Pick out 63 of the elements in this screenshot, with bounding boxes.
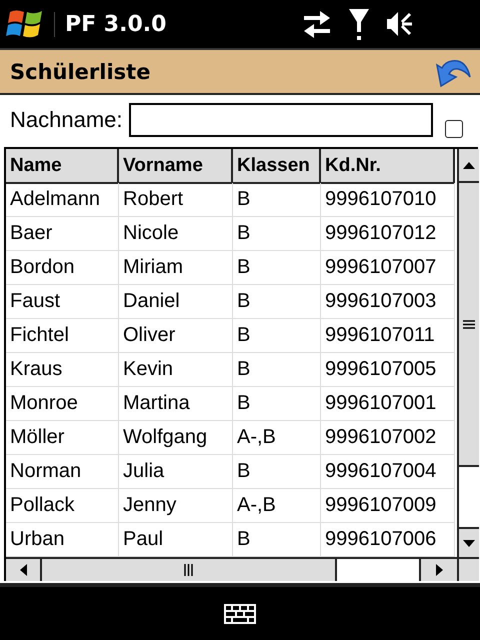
table-cell: B <box>233 217 321 251</box>
table-cell: Norman <box>6 455 119 489</box>
scroll-right-icon[interactable] <box>436 564 442 576</box>
table-cell: Kevin <box>119 353 233 387</box>
column-header[interactable]: Klassen <box>233 149 321 184</box>
table-cell: Jenny <box>119 489 233 523</box>
column-header[interactable]: Vorname <box>119 149 233 184</box>
table-cell: B <box>233 285 321 319</box>
scrollbar-corner <box>457 557 479 581</box>
sync-arrows-icon <box>302 10 332 38</box>
column-header[interactable]: Name <box>6 149 119 184</box>
table-cell: 9996107003 <box>321 285 455 319</box>
speaker-icon <box>386 10 414 38</box>
table-cell: Pollack <box>6 489 119 523</box>
table-cell: Monroe <box>6 387 119 421</box>
table-cell: Julia <box>119 455 233 489</box>
table-cell: Fichtel <box>6 319 119 353</box>
table-cell: Martina <box>119 387 233 421</box>
scroll-left-icon[interactable] <box>20 564 26 576</box>
table-cell: B <box>233 319 321 353</box>
table-cell: Miriam <box>119 251 233 285</box>
filter-label: Nachname: <box>10 107 123 133</box>
table-cell: Bordon <box>6 251 119 285</box>
horizontal-scrollbar[interactable] <box>6 557 457 581</box>
table-cell: A-,B <box>233 421 321 455</box>
table-cell: 9996107012 <box>321 217 455 251</box>
table-cell: 9996107010 <box>321 183 455 217</box>
column-header[interactable]: Kd.Nr. <box>321 149 455 184</box>
name-input-field[interactable] <box>128 103 433 137</box>
table-cell: B <box>233 455 321 489</box>
table-cell: Möller <box>6 421 119 455</box>
table-cell: Kraus <box>6 353 119 387</box>
checkbox[interactable] <box>444 120 463 138</box>
table-cell: B <box>233 353 321 387</box>
table-cell: A-,B <box>233 489 321 523</box>
scroll-down-icon[interactable] <box>463 540 475 546</box>
table-cell: 9996107007 <box>321 251 455 285</box>
screen-title: Schülerliste <box>10 60 152 84</box>
grip-icon <box>184 564 193 576</box>
keyboard-icon[interactable] <box>224 604 256 624</box>
grip-icon <box>463 320 475 328</box>
table-cell: Oliver <box>119 319 233 353</box>
table-cell: B <box>233 387 321 421</box>
table-cell: 9996107001 <box>321 387 455 421</box>
table-cell: 9996107005 <box>321 353 455 387</box>
table-cell: Wolfgang <box>119 421 233 455</box>
table-cell: Faust <box>6 285 119 319</box>
table-cell: B <box>233 183 321 217</box>
table-cell: Robert <box>119 183 233 217</box>
scroll-up-icon[interactable] <box>463 162 475 168</box>
table-cell: Baer <box>6 217 119 251</box>
scroll-thumb[interactable] <box>459 183 479 467</box>
table-cell: Nicole <box>119 217 233 251</box>
signal-antenna-icon <box>348 8 370 40</box>
table-cell: Daniel <box>119 285 233 319</box>
table-cell: 9996107011 <box>321 319 455 353</box>
table-cell: B <box>233 251 321 285</box>
table-cell: 9996107009 <box>321 489 455 523</box>
table-cell: Adelmann <box>6 183 119 217</box>
vertical-scrollbar[interactable] <box>457 149 479 557</box>
app-title: PF 3.0.0 <box>54 12 166 36</box>
table-cell: 9996107004 <box>321 455 455 489</box>
table-cell: 9996107002 <box>321 421 455 455</box>
